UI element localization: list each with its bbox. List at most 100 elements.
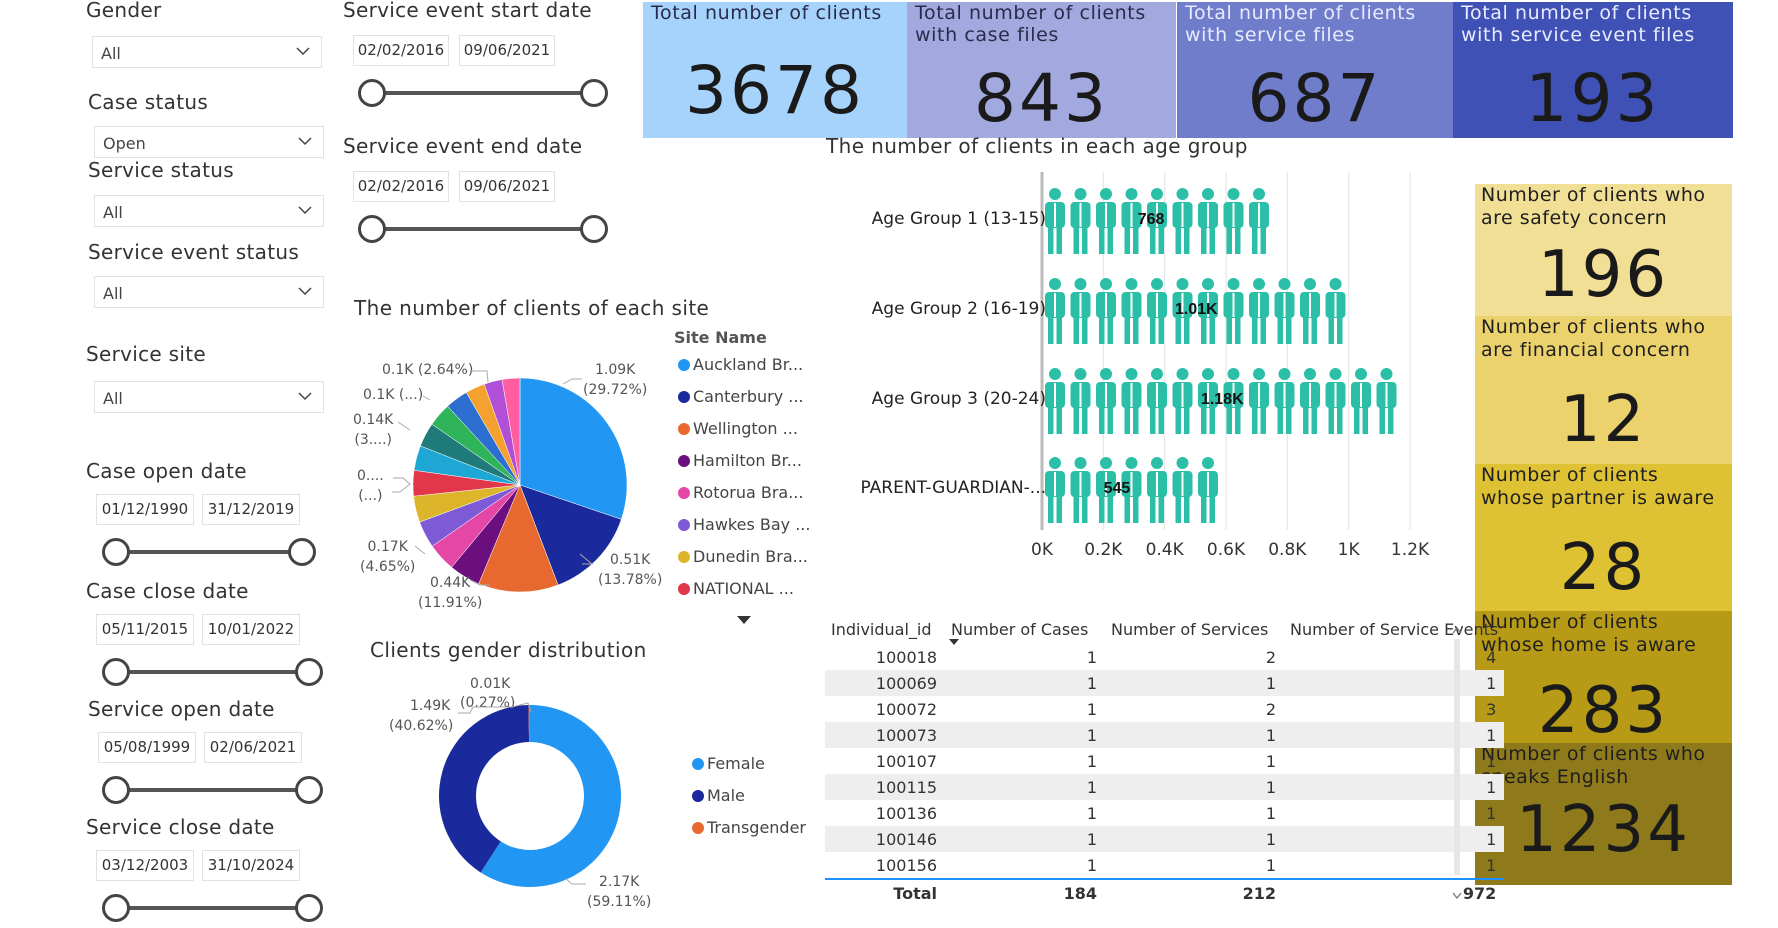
table-cell: 1 xyxy=(1105,826,1284,852)
person-icon xyxy=(1045,188,1065,254)
table-cell: 100069 xyxy=(825,670,945,696)
person-icon xyxy=(1096,278,1116,344)
person-icon xyxy=(1045,368,1065,434)
table-cell: 1 xyxy=(1105,722,1284,748)
table-header-row: Individual_id Number of Cases Number of … xyxy=(825,614,1504,645)
person-icon xyxy=(1325,368,1346,434)
table-cell: 100146 xyxy=(825,826,945,852)
table-cell: 1 xyxy=(945,670,1105,696)
table-row[interactable]: 100072 1 2 3 xyxy=(825,696,1504,722)
table-cell: 100107 xyxy=(875,751,937,771)
table-row[interactable]: 100107 1 1 1 xyxy=(825,748,1504,774)
person-icon xyxy=(1198,188,1218,254)
table-cell: 100115 xyxy=(825,774,945,800)
age-group-label: Age Group 3 (20-24) xyxy=(871,389,1046,409)
person-icon xyxy=(1147,278,1167,344)
table-cell: 1 xyxy=(945,826,1105,852)
column-header-number-of-cases[interactable]: Number of Cases xyxy=(945,614,1105,645)
age-group-label: Age Group 1 (13-15) xyxy=(871,209,1046,229)
table-cell: 4 xyxy=(1486,647,1497,667)
person-icon xyxy=(1274,368,1295,434)
person-icon xyxy=(1121,278,1142,344)
person-icon xyxy=(1351,368,1371,434)
sort-descending-icon xyxy=(949,639,959,645)
table-cell: 1 xyxy=(1265,803,1276,823)
age-group-label: PARENT-GUARDIAN-... xyxy=(860,478,1047,498)
table-cell: 1 xyxy=(1486,803,1497,823)
person-icon xyxy=(1172,188,1193,254)
person-icon xyxy=(1249,278,1269,344)
person-icon xyxy=(1096,188,1116,254)
person-icon xyxy=(1147,368,1167,434)
person-icon xyxy=(1045,457,1065,523)
table-cell: 1 xyxy=(1284,826,1505,852)
table-cell: 2 xyxy=(1265,647,1276,667)
age-group-value-label: 545 xyxy=(1103,480,1131,497)
table-row[interactable]: 100115 1 1 1 xyxy=(825,774,1505,800)
table-cell: 1 xyxy=(1284,722,1505,748)
person-icon xyxy=(1121,368,1142,434)
table-cell: 1 xyxy=(1284,670,1505,696)
table-cell: 1 xyxy=(945,774,1105,800)
table-cell: 100073 xyxy=(825,722,945,748)
table-cell: 1 xyxy=(1105,774,1284,800)
person-icon xyxy=(1070,278,1091,344)
x-axis-tick-label: 0K xyxy=(1031,540,1053,560)
person-icon xyxy=(1300,368,1320,434)
person-icon xyxy=(1198,457,1218,523)
table-cell: 3 xyxy=(1486,699,1497,719)
table-cell: 1 xyxy=(1486,751,1497,771)
age-group-value-label: 768 xyxy=(1137,211,1165,228)
table-total-row: Total 184 212 972 xyxy=(825,878,1505,906)
person-icon xyxy=(1274,278,1295,344)
column-header-individual-id[interactable]: Individual_id xyxy=(825,614,945,644)
table-row[interactable]: 100136 1 1 1 xyxy=(825,800,1504,826)
table-total-cell: 212 xyxy=(1105,878,1284,906)
table-cell: 100018 xyxy=(875,647,937,667)
person-icon xyxy=(1249,188,1269,254)
person-icon xyxy=(1249,368,1269,434)
table-cell: 1 xyxy=(1105,670,1284,696)
table-cell: 1 xyxy=(1086,855,1097,875)
x-axis-tick-label: 1K xyxy=(1337,540,1360,560)
table-row[interactable]: 100146 1 1 1 xyxy=(825,826,1505,852)
x-axis-tick-label: 0.8K xyxy=(1268,540,1307,560)
table-row[interactable]: 100156 1 1 1 xyxy=(825,852,1504,879)
person-icon xyxy=(1300,278,1320,344)
table-cell: 100156 xyxy=(875,855,937,875)
table-cell: 1 xyxy=(1284,774,1505,800)
person-icon xyxy=(1325,278,1346,344)
client-table: Individual_id Number of Cases Number of … xyxy=(825,614,1505,906)
age-group-label: Age Group 2 (16-19) xyxy=(871,299,1046,319)
table-total-cell: 972 xyxy=(1284,878,1505,906)
x-axis-tick-label: 0.4K xyxy=(1145,540,1184,560)
table-cell: 100136 xyxy=(875,803,937,823)
table-total-cell: Total xyxy=(825,878,945,906)
table-row[interactable]: 100073 1 1 1 xyxy=(825,722,1505,748)
person-icon xyxy=(1172,368,1193,434)
table-scrollbar[interactable] xyxy=(1451,625,1463,905)
table-cell: 100072 xyxy=(875,699,937,719)
person-icon xyxy=(1172,457,1193,523)
person-icon xyxy=(1070,368,1091,434)
table-cell: 1 xyxy=(1265,751,1276,771)
table-cell: 1 xyxy=(1086,647,1097,667)
table-cell: 2 xyxy=(1265,699,1276,719)
table-row[interactable]: 100018 1 2 4 xyxy=(825,644,1504,670)
table-cell: 1 xyxy=(1086,751,1097,771)
x-axis-tick-label: 1.2K xyxy=(1390,540,1430,560)
person-icon xyxy=(1376,368,1397,434)
table-cell: 1 xyxy=(1486,855,1497,875)
person-icon xyxy=(1070,457,1091,523)
table-cell: 1 xyxy=(1265,855,1276,875)
table-cell: 1 xyxy=(945,722,1105,748)
column-header-number-of-service-events[interactable]: Number of Service Events xyxy=(1284,614,1504,644)
age-group-value-label: 1.18K xyxy=(1200,391,1244,408)
table-row[interactable]: 100069 1 1 1 xyxy=(825,670,1505,696)
person-icon xyxy=(1045,278,1065,344)
x-axis-tick-label: 0.6K xyxy=(1206,540,1246,560)
x-axis-tick-label: 0.2K xyxy=(1084,540,1123,560)
table-total-cell: 184 xyxy=(945,878,1105,906)
column-header-number-of-services[interactable]: Number of Services xyxy=(1105,614,1284,644)
person-icon xyxy=(1147,457,1167,523)
